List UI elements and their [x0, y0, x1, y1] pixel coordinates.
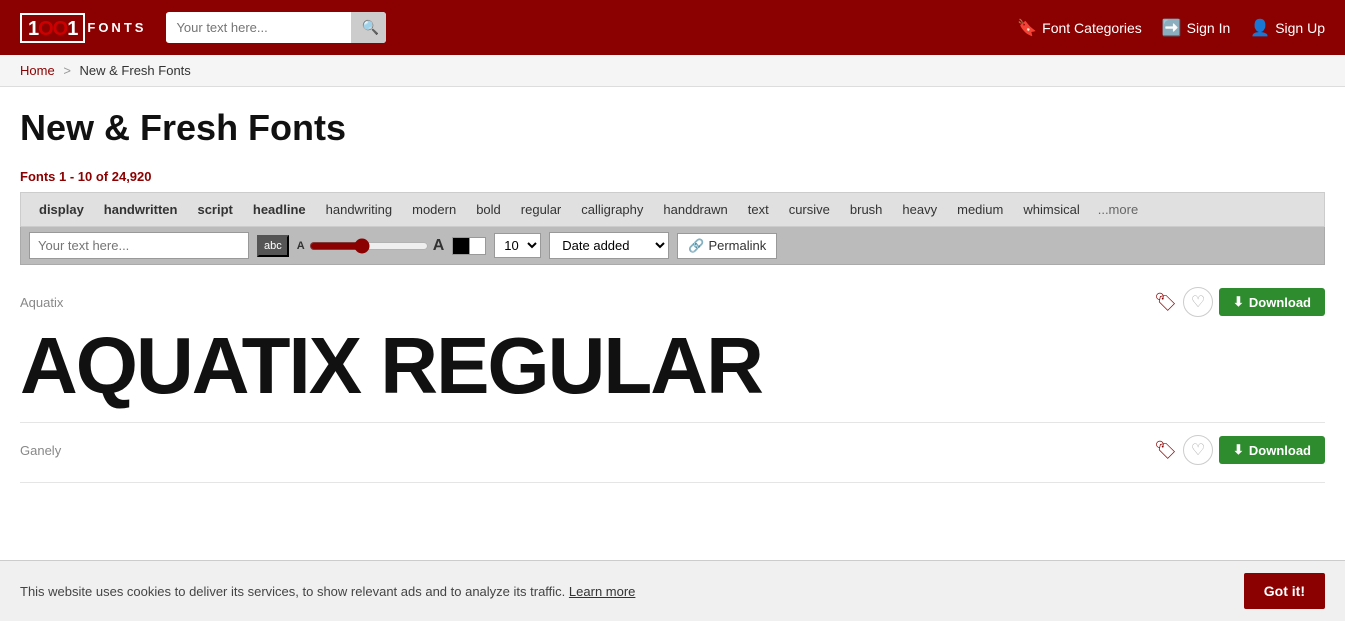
download-label-aquatix: Download [1249, 295, 1311, 310]
font-actions: 🏷 ♡ ⬇ Download [1154, 287, 1325, 317]
font-count-select[interactable]: 8101214162024364872 [494, 233, 541, 258]
filter-bar: displayhandwrittenscriptheadlinehandwrit… [20, 192, 1325, 227]
font-entry-aquatix: Aquatix 🏷 ♡ ⬇ Download AQUATIX REGULAR [20, 275, 1325, 423]
filter-tag-modern[interactable]: modern [404, 199, 464, 220]
slider-container: A A [297, 237, 445, 255]
header: 1OO1 FONTS 🔍 🔖 Font Categories ➡️ Sign I… [0, 0, 1345, 55]
fonts-count: Fonts 1 - 10 of 24,920 [20, 169, 1325, 184]
font-categories-link[interactable]: 🔖 Font Categories [1017, 18, 1142, 38]
got-it-button[interactable]: Got it! [1244, 573, 1325, 609]
font-actions-ganely: 🏷 ♡ ⬇ Download [1154, 435, 1325, 465]
swatch-black [453, 238, 469, 254]
cookie-text: This website uses cookies to deliver its… [20, 584, 635, 599]
price-tag-icon: 🏷 [1154, 292, 1177, 313]
font-size-slider[interactable] [309, 238, 429, 254]
favorite-button-aquatix[interactable]: ♡ [1183, 287, 1213, 317]
filter-more[interactable]: ...more [1092, 199, 1144, 220]
filter-tag-handwriting[interactable]: handwriting [318, 199, 401, 220]
download-button-ganely[interactable]: ⬇ Download [1219, 436, 1325, 464]
filter-tag-text[interactable]: text [740, 199, 777, 220]
breadcrumb: Home > New & Fresh Fonts [0, 55, 1345, 87]
cookie-message: This website uses cookies to deliver its… [20, 584, 565, 599]
download-button-aquatix[interactable]: ⬇ Download [1219, 288, 1325, 316]
link-icon: 🔗 [688, 238, 704, 254]
filter-tag-handwritten[interactable]: handwritten [96, 199, 186, 220]
filter-tag-bold[interactable]: bold [468, 199, 509, 220]
signin-icon: ➡️ [1162, 18, 1182, 38]
swatch-white [469, 238, 485, 254]
sign-up-link[interactable]: 👤 Sign Up [1250, 18, 1325, 38]
font-list: Aquatix 🏷 ♡ ⬇ Download AQUATIX REGULAR G… [20, 275, 1325, 483]
learn-more-link[interactable]: Learn more [569, 584, 635, 599]
main-content: New & Fresh Fonts Fonts 1 - 10 of 24,920… [0, 87, 1345, 483]
search-button[interactable]: 🔍 [351, 12, 386, 43]
cookie-banner: This website uses cookies to deliver its… [0, 560, 1345, 621]
font-entry-ganely: Ganely 🏷 ♡ ⬇ Download [20, 423, 1325, 483]
font-categories-label: Font Categories [1042, 20, 1142, 36]
filter-tag-calligraphy[interactable]: calligraphy [573, 199, 651, 220]
abc-button[interactable]: abc [257, 235, 289, 257]
logo-link[interactable]: 1OO1 FONTS [20, 13, 146, 43]
font-entry-header: Aquatix 🏷 ♡ ⬇ Download [20, 287, 1325, 317]
permalink-button[interactable]: 🔗 Permalink [677, 233, 777, 259]
search-input[interactable] [166, 13, 351, 42]
filter-tag-headline[interactable]: headline [245, 199, 314, 220]
sign-up-label: Sign Up [1275, 20, 1325, 36]
filter-tag-heavy[interactable]: heavy [894, 199, 945, 220]
download-label-ganely: Download [1249, 443, 1311, 458]
filter-tag-whimsical[interactable]: whimsical [1015, 199, 1087, 220]
preview-bar: abc A A 8101214162024364872 Date addedNa… [20, 227, 1325, 265]
font-name-ganely: Ganely [20, 443, 61, 458]
logo-text: FONTS [87, 20, 146, 35]
breadcrumb-home[interactable]: Home [20, 63, 55, 78]
user-icon: 👤 [1250, 18, 1270, 38]
preview-text-input[interactable] [29, 232, 249, 259]
breadcrumb-current: New & Fresh Fonts [80, 63, 191, 78]
sign-in-label: Sign In [1187, 20, 1231, 36]
sign-in-link[interactable]: ➡️ Sign In [1162, 18, 1231, 38]
logo-icon: 1OO1 [20, 13, 85, 43]
download-icon: ⬇ [1233, 294, 1244, 310]
slider-max-label: A [433, 237, 445, 255]
filter-tag-handdrawn[interactable]: handdrawn [655, 199, 735, 220]
filter-tag-medium[interactable]: medium [949, 199, 1011, 220]
breadcrumb-sep: > [63, 63, 71, 78]
filter-tag-script[interactable]: script [189, 199, 240, 220]
search-bar: 🔍 [166, 12, 386, 43]
download-icon-ganely: ⬇ [1233, 442, 1244, 458]
color-swatch[interactable] [452, 237, 486, 255]
favorite-button-ganely[interactable]: ♡ [1183, 435, 1213, 465]
price-tag-icon-ganely: 🏷 [1154, 440, 1177, 461]
font-preview-aquatix[interactable]: AQUATIX REGULAR [20, 322, 1325, 410]
slider-min-label: A [297, 240, 305, 252]
filter-tag-regular[interactable]: regular [513, 199, 569, 220]
bookmark-icon: 🔖 [1017, 18, 1037, 38]
filter-tag-display[interactable]: display [31, 199, 92, 220]
page-title: New & Fresh Fonts [20, 107, 1325, 149]
font-name-aquatix: Aquatix [20, 295, 63, 310]
permalink-label: Permalink [708, 238, 766, 253]
font-entry-header-ganely: Ganely 🏷 ♡ ⬇ Download [20, 435, 1325, 465]
sort-select[interactable]: Date addedNamePopularity [549, 232, 669, 259]
filter-tag-brush[interactable]: brush [842, 199, 891, 220]
nav-links: 🔖 Font Categories ➡️ Sign In 👤 Sign Up [1017, 18, 1325, 38]
filter-tag-cursive[interactable]: cursive [781, 199, 838, 220]
